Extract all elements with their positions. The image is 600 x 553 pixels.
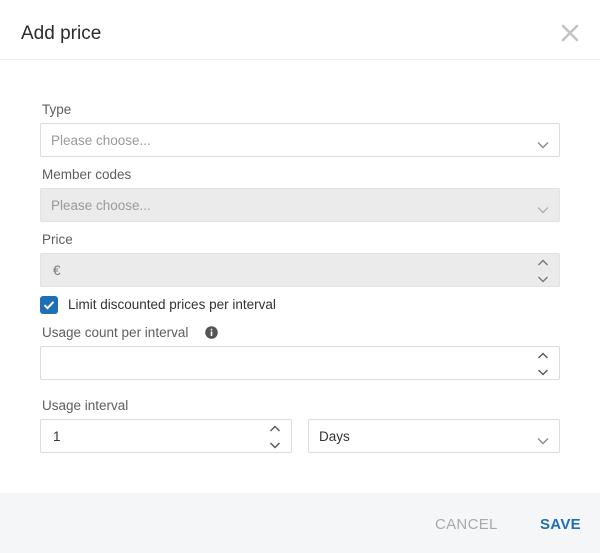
price-input[interactable]: € <box>40 253 560 287</box>
chevron-down-icon <box>537 432 549 445</box>
dialog-title: Add price <box>21 23 102 44</box>
type-placeholder: Please choose... <box>51 133 151 148</box>
limit-discounted-label: Limit discounted prices per interval <box>68 297 276 312</box>
member-codes-label: Member codes <box>42 167 132 182</box>
usage-interval-stepper[interactable] <box>269 423 281 451</box>
member-codes-placeholder: Please choose... <box>51 198 151 213</box>
usage-interval-unit: Days <box>319 429 350 444</box>
type-select[interactable]: Please choose... <box>40 123 560 157</box>
type-label: Type <box>42 102 72 117</box>
usage-interval-label: Usage interval <box>42 398 129 413</box>
usage-count-stepper[interactable] <box>537 350 549 378</box>
price-stepper[interactable] <box>537 257 549 285</box>
member-codes-select[interactable]: Please choose... <box>40 188 560 222</box>
usage-count-label: Usage count per interval <box>42 325 189 340</box>
limit-discounted-checkbox[interactable] <box>40 296 58 314</box>
chevron-down-icon <box>537 136 549 149</box>
usage-interval-input[interactable]: 1 <box>40 419 292 453</box>
cancel-button[interactable]: CANCEL <box>435 516 498 533</box>
save-button[interactable]: SAVE <box>540 516 581 533</box>
price-label: Price <box>42 232 73 247</box>
usage-count-input[interactable] <box>40 346 560 380</box>
usage-interval-value: 1 <box>53 429 61 444</box>
chevron-down-icon <box>537 201 549 214</box>
dialog-footer: CANCEL SAVE <box>0 493 600 553</box>
usage-interval-unit-select[interactable]: Days <box>308 419 560 453</box>
add-price-dialog: Add price Type Please choose... Member c… <box>0 0 600 553</box>
dialog-header: Add price <box>0 0 600 60</box>
info-icon[interactable] <box>205 326 218 339</box>
currency-prefix: € <box>53 263 61 278</box>
close-icon[interactable] <box>557 20 583 46</box>
